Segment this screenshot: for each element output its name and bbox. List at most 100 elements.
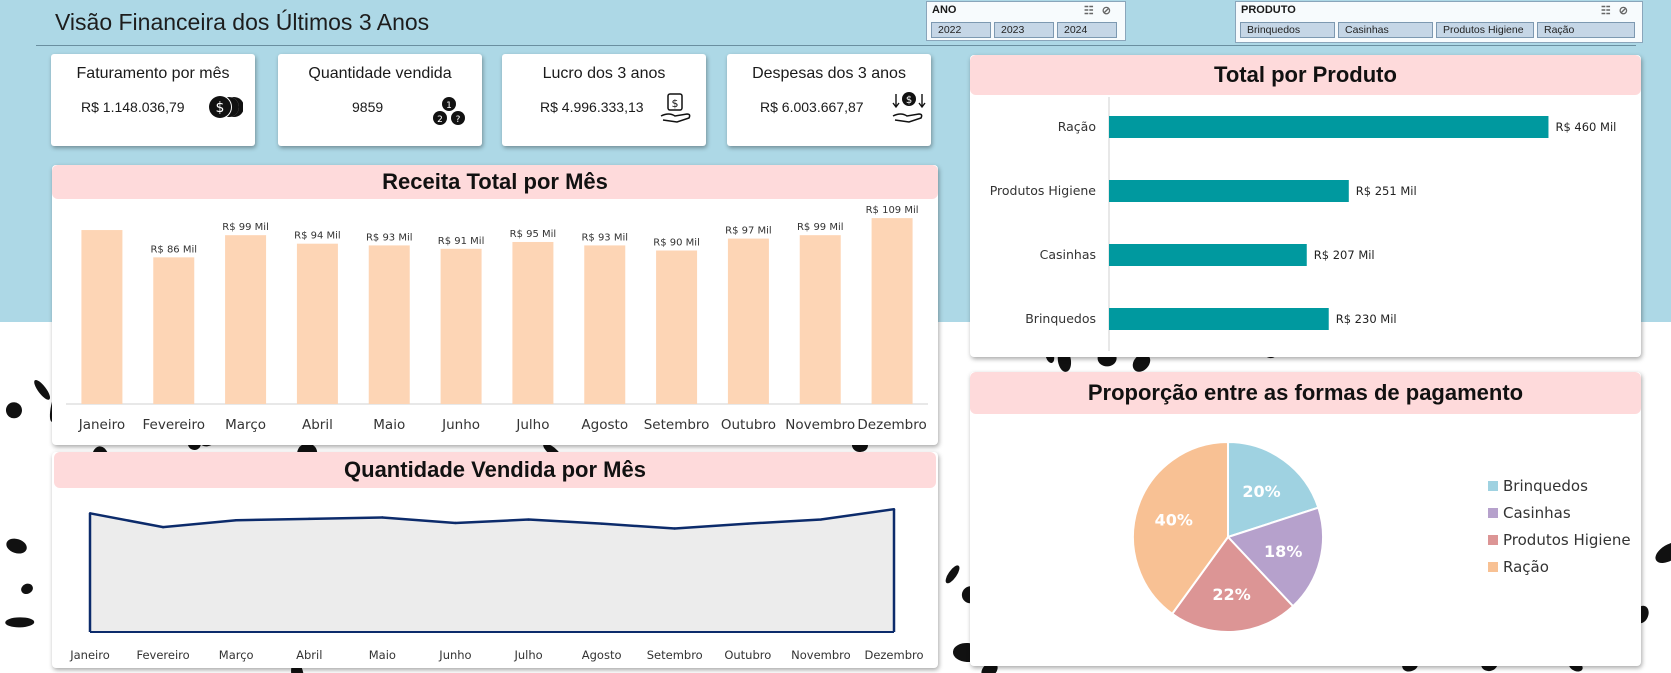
data-label: R$ 97 Mil (725, 226, 772, 237)
data-label: R$ 90 Mil (653, 238, 700, 249)
slicer-ano-item-2024[interactable]: 2024 (1057, 22, 1117, 38)
data-point (234, 519, 238, 522)
data-label: R$ 109 Mil (866, 205, 919, 216)
slicer-ano-item-2023[interactable]: 2023 (994, 22, 1054, 38)
paw-print-spot (1652, 538, 1671, 568)
produto-bar-chart: R$ 460 Mil Ração R$ 251 Mil Produtos Higien… (990, 97, 1616, 351)
produto-chart-panel: Total por Produto R$ 460 Mil Ração R$ 251 … (970, 55, 1641, 357)
data-label: R$ 207 Mil (1314, 248, 1375, 262)
kpi-card-faturamento: Faturamento por mês R$ 1.148.036,79 $ (51, 54, 255, 146)
receita-chart-panel: Receita Total por Mês Janeiro R$ 86 Mil Fe… (52, 165, 938, 445)
slicer-produto-header: PRODUTO ☷⊘ (1236, 2, 1642, 20)
svg-text:1: 1 (446, 101, 452, 111)
x-tick-label: Junho (441, 417, 480, 433)
kpi-title: Despesas dos 3 anos (752, 65, 906, 82)
kpi-value: 9859 (352, 99, 384, 115)
data-point (673, 527, 676, 530)
multiselect-icon[interactable]: ☷ (1084, 5, 1102, 17)
title-divider (36, 45, 1636, 46)
data-point (746, 522, 750, 525)
x-tick-label: Fevereiro (136, 648, 189, 662)
kpi-value: R$ 1.148.036,79 (81, 99, 185, 115)
legend-swatch (1488, 481, 1498, 491)
pie-data-label: 18% (1264, 542, 1302, 561)
x-tick-label: Março (219, 648, 254, 662)
legend-label: Produtos Higiene (1503, 531, 1631, 549)
data-label: R$ 93 Mil (366, 232, 413, 243)
paw-print-spot (4, 617, 35, 628)
bar-maio (368, 245, 410, 404)
pie-data-label: 22% (1212, 585, 1250, 604)
svg-text:$: $ (216, 100, 225, 116)
data-label: R$ 460 Mil (1555, 120, 1616, 134)
x-tick-label: Fevereiro (143, 417, 205, 433)
coins-icon: $ (208, 95, 243, 119)
numbered-balls-icon: 1 2 ? (433, 97, 465, 125)
slicer-produto-item-produtos-higiene[interactable]: Produtos Higiene (1436, 22, 1534, 38)
data-point (88, 512, 92, 515)
slicer-ano-item-2022[interactable]: 2022 (931, 22, 991, 38)
data-label: R$ 99 Mil (222, 222, 269, 233)
slicer-ano: ANO ☷⊘ 2022 2023 2024 (926, 1, 1126, 41)
legend-label: Ração (1503, 558, 1549, 576)
data-point (308, 517, 311, 521)
legend-label: Casinhas (1503, 504, 1571, 522)
data-label: R$ 251 Mil (1356, 184, 1417, 198)
area-fill (90, 509, 894, 632)
paw-print-spot (943, 563, 962, 585)
bar-dezembro (871, 218, 913, 404)
bar-junho (440, 248, 482, 404)
quantidade-chart-panel: Quantidade Vendida por Mês Janeiro Fevere… (52, 452, 938, 668)
data-point (819, 518, 823, 521)
svg-text:$: $ (672, 97, 679, 110)
bar-product (1109, 180, 1349, 202)
y-tick-label: Casinhas (1040, 247, 1096, 262)
x-tick-label: Outubro (724, 648, 771, 662)
bar-julho (512, 241, 554, 404)
multiselect-icon[interactable]: ☷ (1601, 5, 1619, 17)
kpi-title: Lucro dos 3 anos (542, 65, 666, 82)
data-point (454, 521, 457, 525)
x-tick-label: Janeiro (78, 417, 125, 433)
quantidade-area-chart: Janeiro Fevereiro Março Abril Maio Junho Julho… (69, 507, 924, 662)
slicer-produto-item-brinquedos[interactable]: Brinquedos (1240, 22, 1335, 38)
x-tick-label: Dezembro (864, 648, 923, 662)
paw-print-spot (19, 581, 35, 596)
x-tick-label: Outubro (721, 417, 776, 433)
kpi-title: Faturamento por mês (76, 65, 230, 82)
x-tick-label: Março (225, 417, 266, 433)
bar-novembro (799, 235, 841, 404)
data-label: R$ 93 Mil (581, 232, 628, 243)
bar-fevereiro (153, 257, 195, 404)
x-tick-label: Setembro (647, 648, 703, 662)
kpi-title: Quantidade vendida (308, 65, 452, 82)
clear-filter-icon[interactable]: ⊘ (1102, 5, 1119, 17)
x-tick-label: Novembro (791, 648, 851, 662)
bar-setembro (656, 250, 698, 404)
clear-filter-icon[interactable]: ⊘ (1619, 5, 1636, 17)
receita-bar-chart: Janeiro R$ 86 Mil Fevereiro R$ 99 Mil Março R… (66, 205, 928, 433)
produto-chart-title: Total por Produto (970, 55, 1641, 95)
x-tick-label: Abril (296, 648, 322, 662)
slicer-produto-label: PRODUTO (1241, 4, 1296, 16)
x-tick-label: Dezembro (857, 417, 926, 433)
pagamento-chart-panel: Proporção entre as formas de pagamento 2… (970, 372, 1641, 666)
y-tick-label: Brinquedos (1025, 311, 1096, 326)
pie-data-label: 40% (1155, 510, 1193, 529)
slicer-produto-item-casinhas[interactable]: Casinhas (1338, 22, 1433, 38)
svg-text:2: 2 (437, 115, 443, 125)
bar-outubro (727, 238, 769, 404)
bar-product (1109, 244, 1307, 266)
data-label: R$ 94 Mil (294, 231, 341, 242)
kpi-card-despesas: Despesas dos 3 anos R$ 6.003.667,87 $ (727, 54, 931, 146)
svg-text:$: $ (906, 95, 912, 106)
quantidade-chart-title: Quantidade Vendida por Mês (54, 452, 936, 488)
data-label: R$ 230 Mil (1336, 312, 1397, 326)
paw-print-spot (31, 377, 54, 403)
x-tick-label: Maio (373, 417, 405, 433)
slicer-produto-item-racao[interactable]: Ração (1537, 22, 1635, 38)
pagamento-pie-chart: 20% 18% 22% 40% Brinquedos Casinhas Produtos H… (1132, 440, 1631, 633)
x-tick-label: Agosto (582, 648, 622, 662)
legend-swatch (1488, 535, 1498, 545)
data-label: R$ 91 Mil (438, 236, 485, 247)
